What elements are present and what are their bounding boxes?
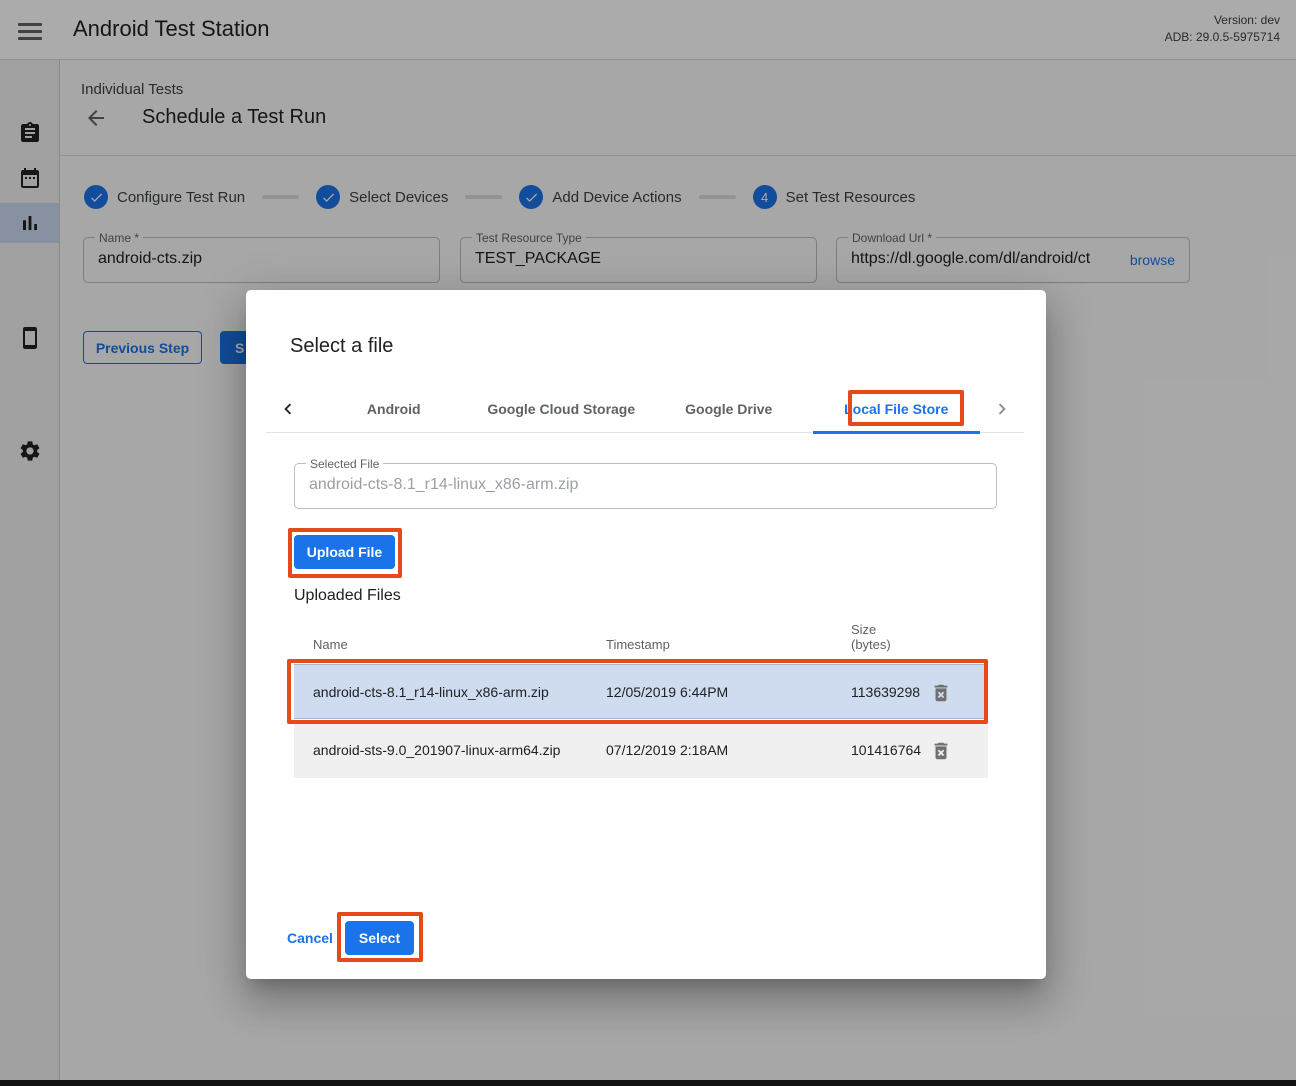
table-row[interactable]: android-sts-9.0_201907-linux-arm64.zip 0… bbox=[294, 723, 988, 778]
column-header-timestamp: Timestamp bbox=[606, 637, 670, 652]
file-size-cell: 101416764 bbox=[851, 742, 928, 758]
window-bottom-edge bbox=[0, 1080, 1296, 1086]
chevron-left-icon bbox=[277, 398, 299, 420]
tab-android[interactable]: Android bbox=[310, 385, 478, 433]
cancel-button[interactable]: Cancel bbox=[287, 930, 333, 946]
select-file-dialog: Select a file Android Google Cloud Stora… bbox=[246, 290, 1046, 979]
selected-file-field[interactable]: Selected File android-cts-8.1_r14-linux_… bbox=[294, 463, 997, 509]
tab-label: Google Cloud Storage bbox=[487, 401, 635, 417]
column-header-name: Name bbox=[313, 637, 348, 652]
delete-file-button[interactable] bbox=[930, 682, 952, 704]
delete-file-button[interactable] bbox=[930, 740, 952, 762]
trash-x-icon bbox=[930, 740, 952, 762]
tab-local-file-store[interactable]: Local File Store bbox=[813, 385, 981, 433]
dialog-title: Select a file bbox=[290, 335, 393, 358]
selected-file-label: Selected File bbox=[306, 457, 383, 471]
tab-label: Google Drive bbox=[685, 401, 772, 417]
chevron-right-icon bbox=[991, 398, 1013, 420]
table-row-selected[interactable]: android-cts-8.1_r14-linux_x86-arm.zip 12… bbox=[294, 664, 988, 719]
files-table-header: Name Timestamp Size (bytes) bbox=[294, 615, 988, 660]
file-source-tabbar: Android Google Cloud Storage Google Driv… bbox=[266, 385, 1024, 433]
file-size-cell: 113639298 bbox=[851, 684, 928, 700]
file-timestamp-cell: 12/05/2019 6:44PM bbox=[606, 684, 728, 700]
file-name-cell: android-sts-9.0_201907-linux-arm64.zip bbox=[313, 742, 560, 758]
selected-file-value: android-cts-8.1_r14-linux_x86-arm.zip bbox=[309, 476, 986, 494]
uploaded-files-heading: Uploaded Files bbox=[294, 587, 401, 605]
tabs-scroll-right-button[interactable] bbox=[980, 385, 1024, 433]
tab-label: Android bbox=[367, 401, 421, 417]
tab-google-drive[interactable]: Google Drive bbox=[645, 385, 813, 433]
trash-x-icon bbox=[930, 682, 952, 704]
tab-label: Local File Store bbox=[844, 401, 948, 417]
column-header-size: Size (bytes) bbox=[851, 622, 891, 652]
tabs-scroll-left-button[interactable] bbox=[266, 385, 310, 433]
file-name-cell: android-cts-8.1_r14-linux_x86-arm.zip bbox=[313, 684, 549, 700]
upload-file-button[interactable]: Upload File bbox=[294, 535, 395, 569]
select-button[interactable]: Select bbox=[345, 921, 414, 955]
tab-google-cloud-storage[interactable]: Google Cloud Storage bbox=[478, 385, 646, 433]
app-root: Android Test Station Version: dev ADB: 2… bbox=[0, 0, 1296, 1086]
file-timestamp-cell: 07/12/2019 2:18AM bbox=[606, 742, 728, 758]
